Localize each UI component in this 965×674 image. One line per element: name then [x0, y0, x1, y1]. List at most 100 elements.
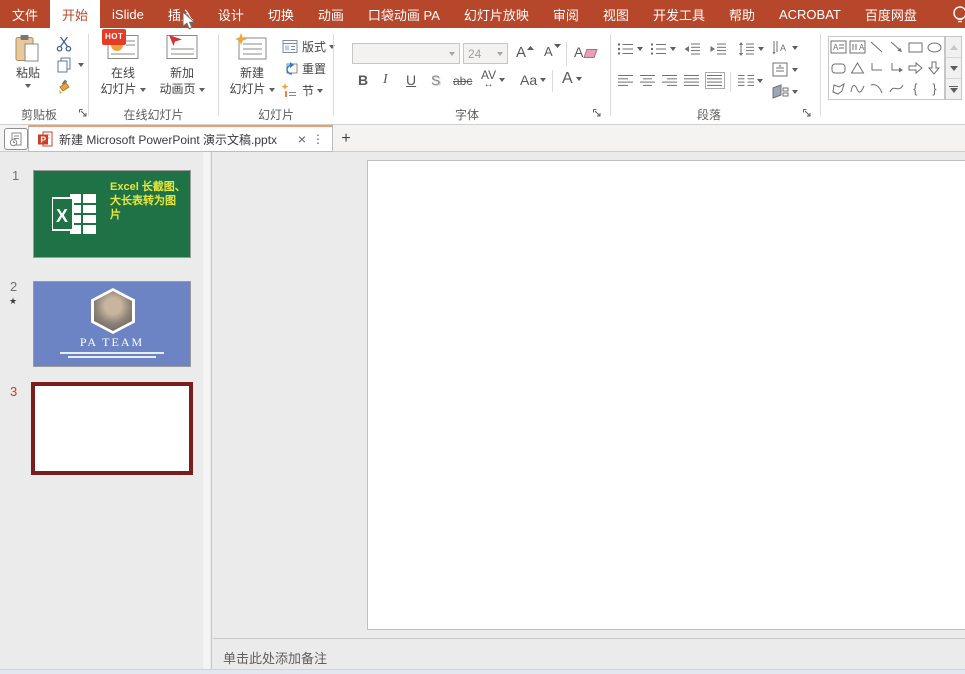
paragraph-dialog-launcher[interactable]	[802, 108, 812, 118]
document-tab[interactable]: P 新建 Microsoft PowerPoint 演示文稿.pptx × ⋮	[28, 125, 333, 152]
character-spacing-dropdown-icon	[499, 78, 506, 82]
online-slide-button[interactable]: HOT 在线 幻灯片	[96, 29, 150, 96]
shape-line-icon[interactable]	[867, 37, 886, 58]
columns-button[interactable]	[738, 74, 763, 87]
shape-rectangle-icon[interactable]	[906, 37, 925, 58]
menu-tab-home[interactable]: 开始	[50, 0, 101, 28]
powerpoint-file-icon: P	[38, 131, 53, 147]
distributed-icon	[707, 75, 722, 86]
font-size-combo[interactable]: 24	[463, 43, 508, 64]
new-slide-button[interactable]: 新建 幻灯片	[226, 33, 278, 96]
shapes-scroll-up-button[interactable]	[946, 37, 961, 58]
menu-tab-help[interactable]: 帮助	[717, 0, 767, 28]
menu-tab-file[interactable]: 文件	[0, 0, 50, 28]
shape-text-box-icon[interactable]: A	[829, 37, 848, 58]
menu-tab-developer[interactable]: 开发工具	[641, 0, 717, 28]
shape-arc-icon[interactable]	[867, 78, 886, 99]
align-right-icon	[662, 75, 677, 86]
slide-1-thumbnail[interactable]: X Excel 长截图、大长表转为图片	[33, 170, 191, 258]
shape-right-brace-icon[interactable]: }	[925, 78, 944, 99]
tab-list-button[interactable]	[4, 128, 28, 150]
shape-oval-icon[interactable]	[925, 37, 944, 58]
bold-button[interactable]: B	[358, 72, 368, 88]
reset-button[interactable]: 重置	[282, 60, 326, 77]
change-case-dropdown-icon	[540, 78, 547, 82]
shape-rounded-rectangle-icon[interactable]	[829, 58, 848, 79]
shape-elbow-connector-icon[interactable]	[867, 58, 886, 79]
shape-freeform-icon[interactable]	[829, 78, 848, 99]
menu-tab-design[interactable]: 设计	[206, 0, 256, 28]
copy-button[interactable]	[56, 57, 84, 73]
reset-label: 重置	[302, 62, 327, 76]
section-dropdown-icon	[317, 88, 324, 93]
shape-left-brace-icon[interactable]: {	[906, 78, 925, 99]
menu-tab-islide[interactable]: iSlide	[100, 0, 156, 28]
shape-scribble-icon[interactable]	[848, 78, 867, 99]
menu-tab-baidu-netdisk[interactable]: 百度网盘	[853, 0, 929, 28]
tab-close-icon[interactable]: ×	[298, 132, 306, 146]
shape-arrow-icon[interactable]	[886, 37, 905, 58]
shape-right-arrow-icon[interactable]	[906, 58, 925, 79]
shapes-scroll-down-button[interactable]	[946, 58, 961, 79]
align-left-button[interactable]	[618, 74, 634, 87]
text-direction-dropdown-icon	[792, 45, 798, 50]
increase-font-size-button[interactable]: A	[516, 44, 535, 61]
shape-triangle-icon[interactable]	[848, 58, 867, 79]
line-spacing-button[interactable]	[738, 42, 764, 56]
svg-text:X: X	[56, 206, 68, 226]
tell-me-lightbulb-icon[interactable]	[949, 4, 965, 26]
shape-vertical-text-box-icon[interactable]: A	[848, 37, 867, 58]
paste-label: 粘贴	[15, 66, 40, 80]
decrease-font-size-button[interactable]: A	[544, 44, 561, 59]
menu-tab-view[interactable]: 视图	[591, 0, 641, 28]
menu-tab-insert[interactable]: 插入	[156, 0, 206, 28]
format-painter-icon	[59, 79, 70, 94]
menu-tab-slideshow[interactable]: 幻灯片放映	[452, 0, 541, 28]
layout-button[interactable]: 版式	[282, 38, 336, 55]
cut-button[interactable]	[56, 36, 72, 52]
paste-button[interactable]: 粘贴	[6, 34, 50, 88]
menu-tab-transitions[interactable]: 切换	[256, 0, 306, 28]
numbering-button[interactable]	[650, 42, 676, 56]
align-right-button[interactable]	[662, 74, 678, 87]
menu-tab-pocket-animation[interactable]: 口袋动画 PA	[356, 0, 452, 28]
menu-tab-animations[interactable]: 动画	[306, 0, 356, 28]
italic-button[interactable]: I	[383, 72, 388, 88]
thumbnail-scrollbar[interactable]	[203, 152, 210, 670]
menu-tab-review[interactable]: 审阅	[541, 0, 591, 28]
text-shadow-button[interactable]: S	[431, 72, 440, 88]
text-direction-button[interactable]: A	[772, 40, 798, 55]
shape-curve-icon[interactable]	[886, 78, 905, 99]
format-painter-button[interactable]	[56, 79, 72, 95]
distributed-button[interactable]	[705, 72, 725, 89]
slide-3-thumbnail-selected[interactable]	[31, 382, 193, 475]
font-name-combo[interactable]	[352, 43, 460, 64]
slide-canvas[interactable]	[367, 160, 965, 630]
convert-to-smartart-button[interactable]	[772, 84, 798, 99]
justify-button[interactable]	[684, 74, 700, 87]
underline-button[interactable]: U	[406, 72, 416, 88]
strikethrough-button[interactable]: abc	[453, 74, 472, 88]
slide-2-thumbnail[interactable]: PA TEAM	[33, 281, 191, 367]
new-animation-page-button[interactable]: 新加 动画页	[154, 33, 210, 96]
clear-formatting-button[interactable]: A	[574, 44, 598, 60]
clipboard-dialog-launcher[interactable]	[78, 108, 88, 118]
change-case-button[interactable]: Aa	[520, 72, 547, 88]
section-button[interactable]: 节	[282, 82, 324, 99]
menu-tab-acrobat[interactable]: ACROBAT	[767, 0, 853, 28]
new-slide-label-line2: 幻灯片	[229, 82, 275, 96]
character-spacing-button[interactable]: AV ↔	[481, 69, 506, 90]
bullets-button[interactable]	[617, 42, 643, 56]
tab-menu-icon[interactable]: ⋮	[312, 132, 324, 146]
align-center-button[interactable]	[640, 74, 656, 87]
shape-elbow-arrow-connector-icon[interactable]	[886, 58, 905, 79]
font-dialog-launcher[interactable]	[592, 108, 602, 118]
shape-down-arrow-icon[interactable]	[925, 58, 944, 79]
decrease-indent-button[interactable]	[684, 42, 701, 56]
increase-indent-button[interactable]	[710, 42, 727, 56]
align-text-button[interactable]	[772, 62, 798, 77]
shapes-more-button[interactable]	[946, 79, 961, 99]
font-color-button[interactable]: A	[562, 70, 582, 88]
notes-pane[interactable]: 单击此处添加备注	[213, 638, 965, 670]
new-tab-button[interactable]: +	[336, 128, 356, 149]
